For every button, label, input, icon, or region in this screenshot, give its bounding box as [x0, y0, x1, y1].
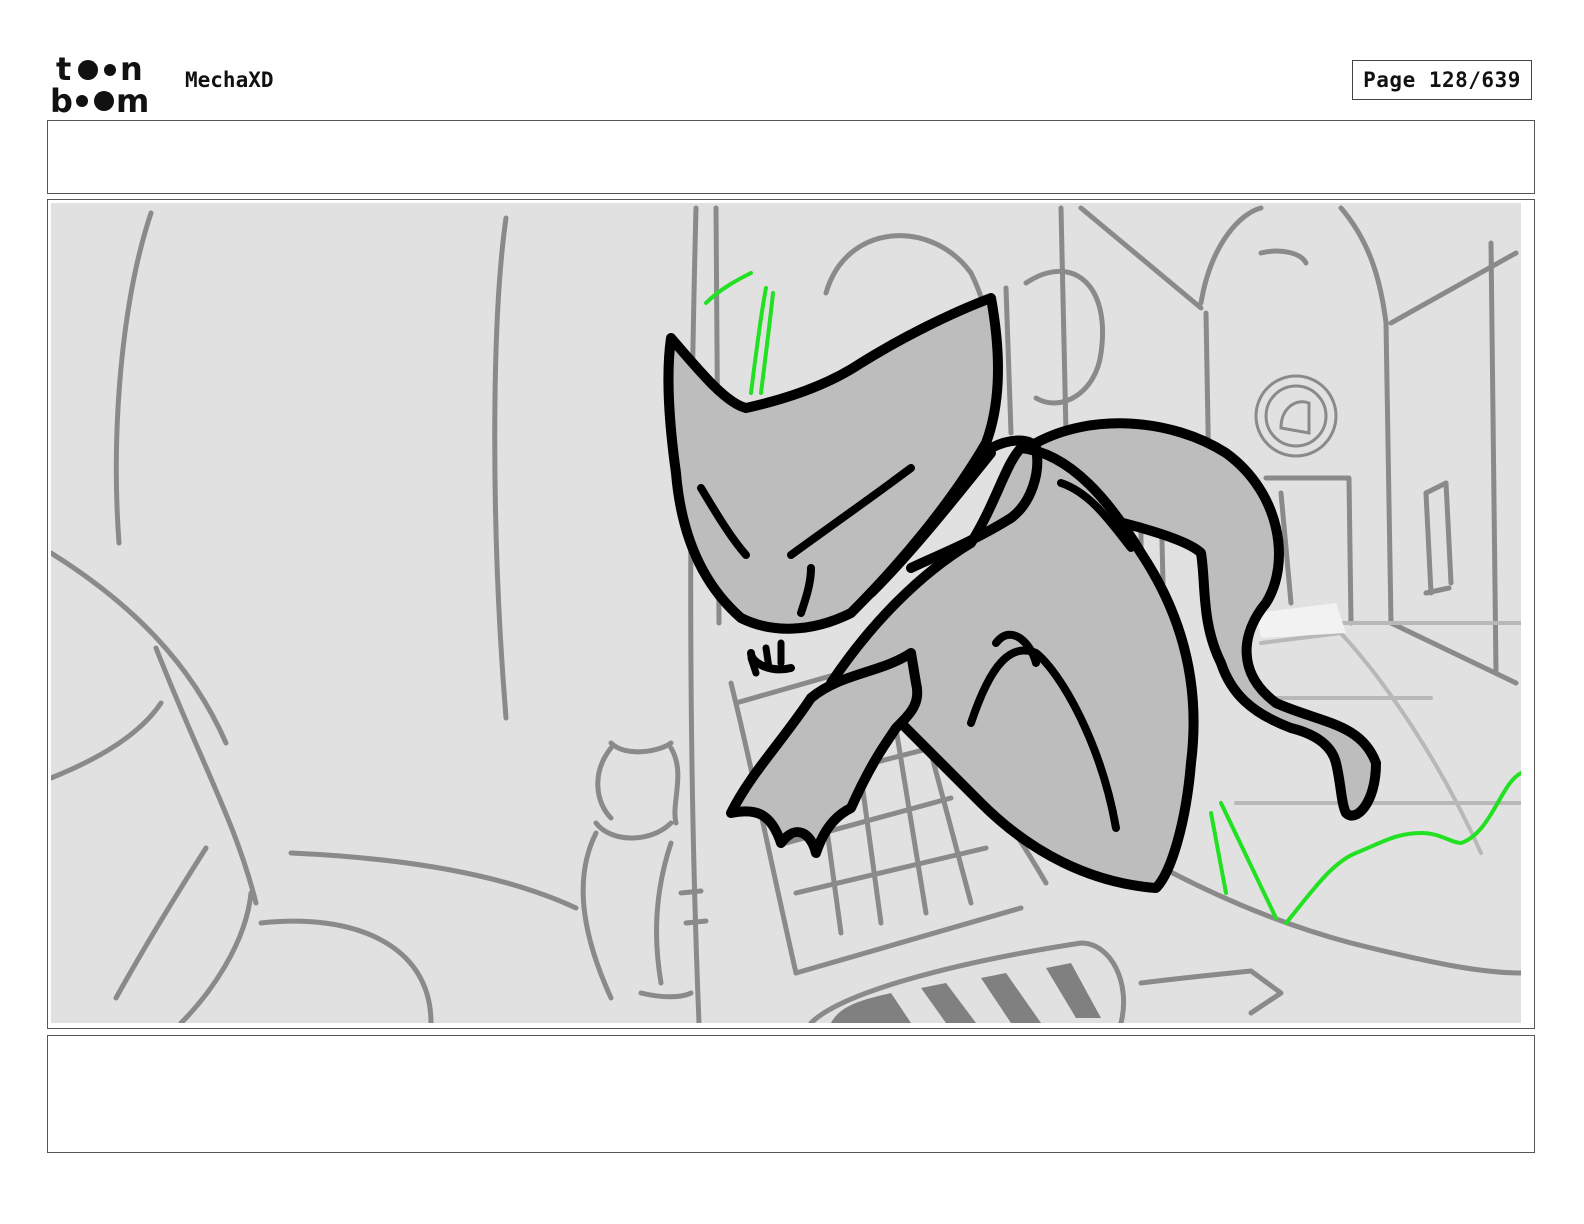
toon-boom-logo: t n b m [50, 50, 166, 116]
panel-drawing [51, 203, 1521, 1023]
page-counter: Page 128/639 [1352, 60, 1532, 100]
svg-text:m: m [116, 82, 149, 116]
storyboard-panel [47, 199, 1535, 1029]
caption-box-top [47, 120, 1535, 194]
caption-box-bottom [47, 1035, 1535, 1153]
svg-text:b: b [50, 82, 73, 116]
project-title: MechaXD [185, 68, 274, 92]
